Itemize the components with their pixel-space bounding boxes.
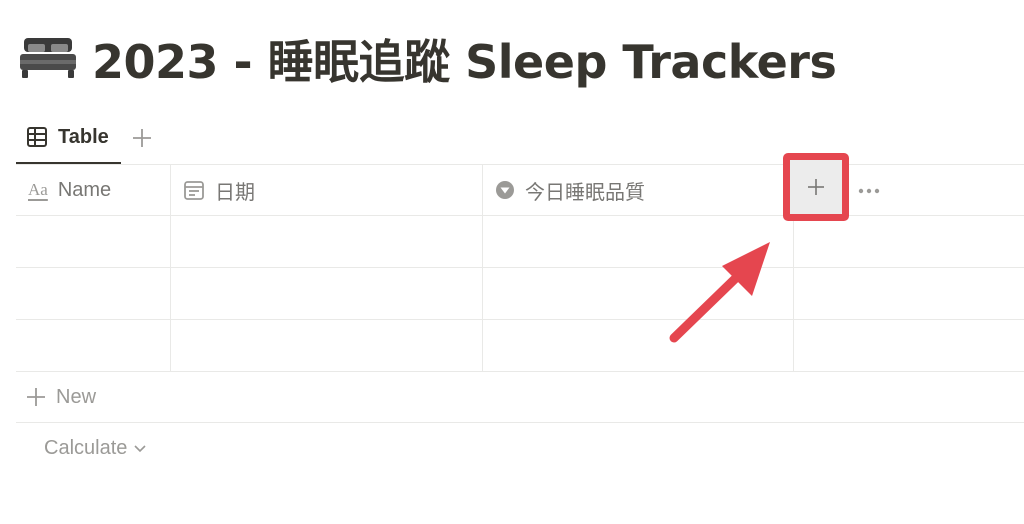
database-table: Aa Name 日期 今日睡眠品質 New Calculate bbox=[16, 153, 1024, 473]
cell-filler bbox=[794, 268, 1024, 319]
calculate-label: Calculate bbox=[44, 436, 128, 459]
plus-icon bbox=[808, 179, 824, 195]
table-row[interactable] bbox=[16, 216, 1024, 268]
cell-date[interactable] bbox=[171, 320, 483, 371]
cell-name[interactable] bbox=[16, 216, 171, 267]
bed-icon bbox=[20, 38, 76, 78]
cell-sleep-quality[interactable] bbox=[483, 320, 794, 371]
tab-label: Table bbox=[58, 125, 109, 148]
column-header-sleep-quality[interactable]: 今日睡眠品質 bbox=[483, 165, 794, 215]
page-title-row: 2023 - 睡眠追蹤 Sleep Trackers bbox=[18, 26, 837, 92]
add-column-button[interactable] bbox=[783, 153, 849, 221]
plus-icon bbox=[132, 129, 151, 147]
cell-name[interactable] bbox=[16, 268, 171, 319]
cell-filler bbox=[794, 216, 1024, 267]
cell-date[interactable] bbox=[171, 216, 483, 267]
tab-table[interactable]: Table bbox=[16, 112, 121, 164]
view-tabs: Table bbox=[16, 112, 153, 164]
select-icon bbox=[496, 181, 514, 199]
page: 2023 - 睡眠追蹤 Sleep Trackers Table Aa Name bbox=[0, 0, 1024, 524]
column-header-name[interactable]: Aa Name bbox=[16, 165, 171, 215]
calculate-button[interactable]: Calculate bbox=[16, 423, 1024, 473]
table-icon bbox=[27, 127, 47, 147]
cell-name[interactable] bbox=[16, 320, 171, 371]
cell-date[interactable] bbox=[171, 268, 483, 319]
new-row-label: New bbox=[56, 385, 97, 408]
table-header-row: Aa Name 日期 今日睡眠品質 bbox=[16, 153, 1024, 221]
add-view-button[interactable] bbox=[131, 127, 153, 149]
chevron-down-icon bbox=[134, 445, 146, 453]
plus-icon bbox=[27, 388, 45, 406]
column-actions bbox=[783, 153, 1024, 221]
column-header-date[interactable]: 日期 bbox=[171, 165, 483, 215]
table-row[interactable] bbox=[16, 320, 1024, 372]
cell-sleep-quality[interactable] bbox=[483, 216, 794, 267]
cell-filler bbox=[794, 320, 1024, 371]
cell-sleep-quality[interactable] bbox=[483, 268, 794, 319]
column-header-label: 日期 bbox=[215, 181, 255, 204]
page-title[interactable]: 2023 - 睡眠追蹤 Sleep Trackers bbox=[92, 26, 837, 92]
calendar-icon bbox=[184, 181, 204, 200]
new-row-button[interactable]: New bbox=[16, 372, 1024, 423]
column-header-label: 今日睡眠品質 bbox=[525, 181, 645, 204]
more-horizontal-icon bbox=[858, 188, 880, 194]
more-options-button[interactable] bbox=[856, 181, 882, 201]
table-row[interactable] bbox=[16, 268, 1024, 320]
column-header-label: Name bbox=[57, 178, 112, 201]
text-aa-icon: Aa bbox=[28, 180, 48, 199]
